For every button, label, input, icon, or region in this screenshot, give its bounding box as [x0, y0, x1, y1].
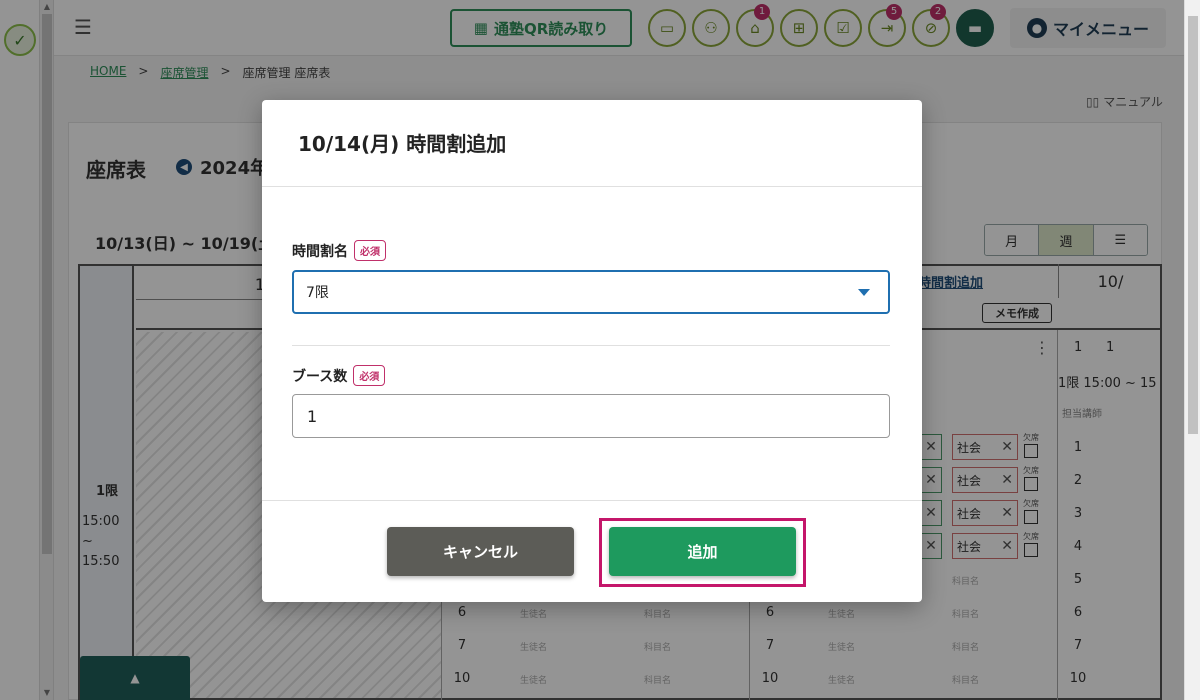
timetable-name-select[interactable]: 7限 — [292, 270, 890, 314]
field-divider — [292, 345, 890, 346]
dialog-title: 10/14(月) 時間割追加 — [298, 132, 507, 156]
timetable-name-value: 7限 — [306, 285, 329, 301]
booth-count-text: ブース数 — [292, 368, 348, 385]
dialog-footer-divider — [262, 500, 922, 501]
page-scrollbar[interactable] — [1184, 0, 1200, 700]
timetable-name-text: 時間割名 — [292, 243, 348, 260]
dropdown-caret-icon — [858, 289, 870, 296]
dialog-divider — [262, 186, 922, 187]
booth-count-input[interactable] — [292, 394, 890, 438]
required-badge: 必須 — [353, 365, 386, 386]
timetable-name-label: 時間割名 必須 — [292, 240, 386, 261]
cancel-button[interactable]: キャンセル — [387, 527, 574, 576]
add-button[interactable]: 追加 — [609, 527, 796, 576]
booth-count-label: ブース数 必須 — [292, 365, 386, 386]
page-scrollbar-thumb[interactable] — [1188, 16, 1198, 434]
required-badge: 必須 — [354, 240, 386, 261]
timetable-add-dialog: 10/14(月) 時間割追加 時間割名 必須 7限 ブース数 必須 キャンセル … — [262, 100, 922, 602]
